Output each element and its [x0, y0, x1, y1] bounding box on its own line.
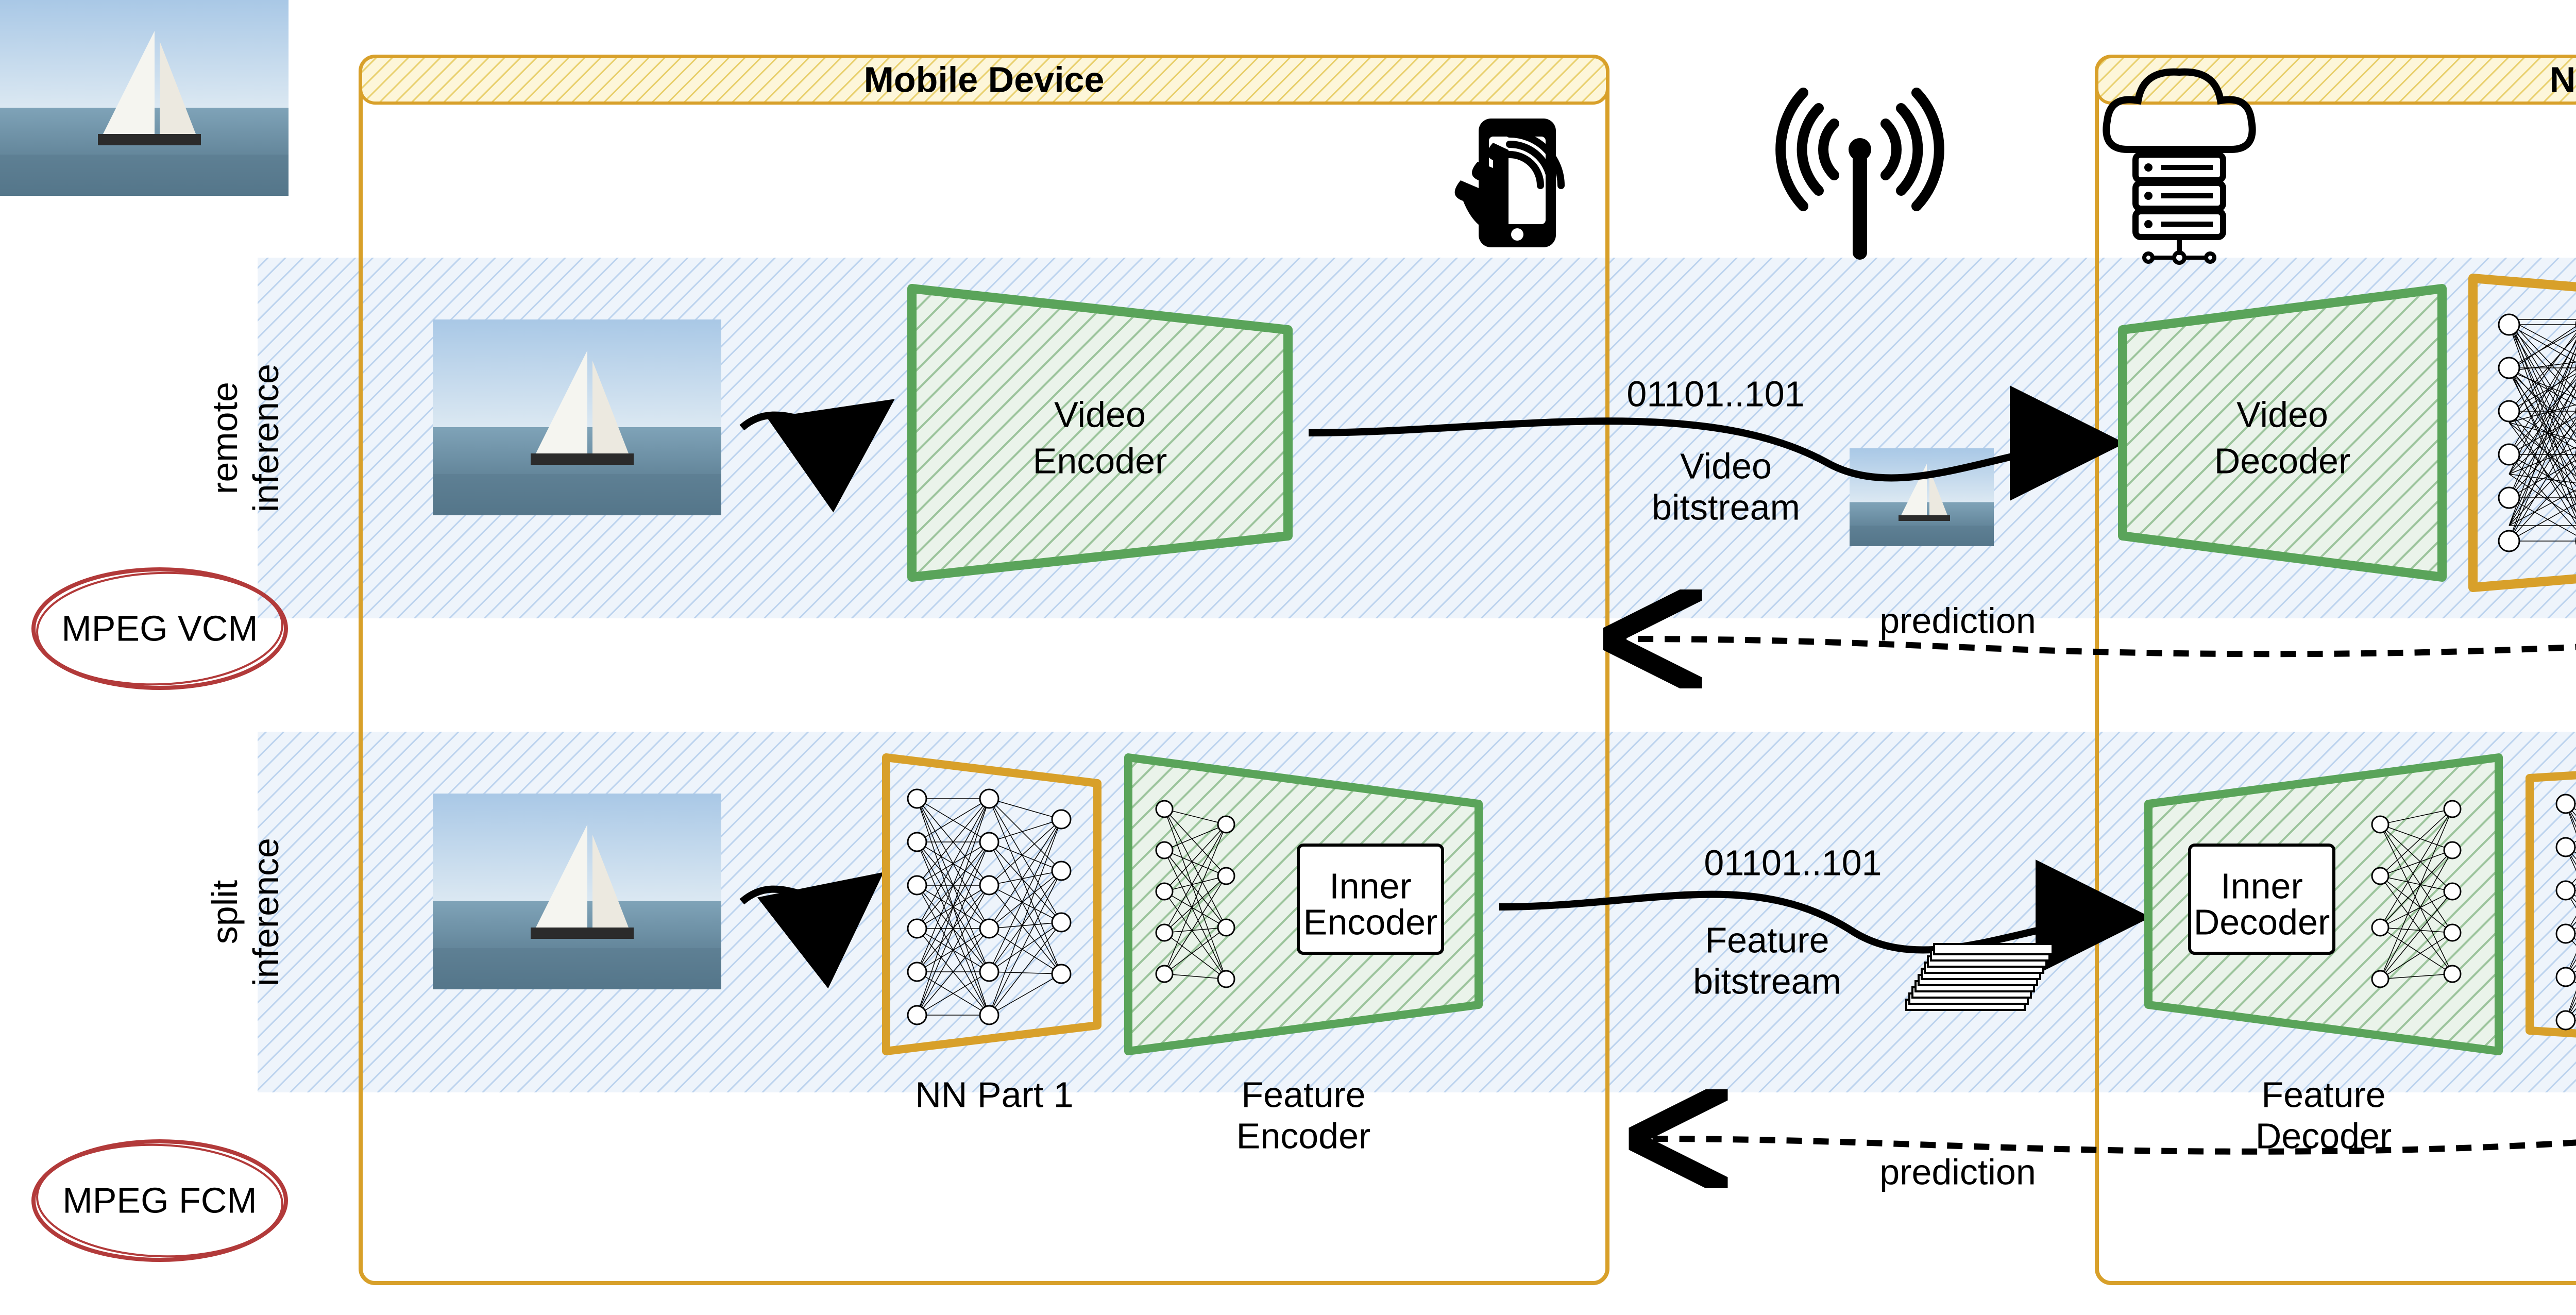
video-decoder-block: Video Decoder [2123, 289, 2442, 577]
container-server-title: Network / Server [2550, 59, 2576, 99]
mpeg-fcm-oval: MPEG FCM [33, 1141, 286, 1260]
feature-bitstream-label-1: Feature [1705, 920, 1829, 960]
inner-decoder-label-1: Inner [2221, 866, 2303, 906]
prediction-label-split: prediction [1879, 1152, 2036, 1192]
feature-encoder-block: Inner Encoder Feature Encoder [1128, 757, 1479, 1156]
nn-part1-label: NN Part 1 [915, 1074, 1073, 1115]
video-encoder-label-2: Encoder [1033, 441, 1167, 481]
feature-encoder-label-2: Encoder [1236, 1116, 1371, 1156]
prediction-label-remote: prediction [1879, 600, 2036, 640]
video-decoder-label-2: Decoder [2214, 441, 2351, 481]
video-decoder-label-1: Video [2236, 394, 2328, 434]
wireless-icon [1781, 93, 1939, 252]
video-encoder-label-1: Video [1054, 394, 1146, 434]
inner-encoder-label-1: Inner [1329, 866, 1412, 906]
row-remote-label-2: inference [246, 364, 286, 512]
mpeg-vcm-oval: MPEG VCM [33, 569, 286, 688]
video-encoder-block: Video Encoder [912, 289, 1288, 577]
row-remote-label-1: remote [205, 382, 245, 494]
input-image-split [433, 794, 721, 989]
video-bitstream-label-1: Video [1680, 446, 1772, 486]
row-split-label-1: split [205, 880, 245, 944]
inner-decoder-label-2: Decoder [2194, 902, 2330, 942]
mobile-device-icon [1455, 119, 1561, 247]
mpeg-vcm-label: MPEG VCM [61, 608, 258, 648]
inner-encoder-label-2: Encoder [1303, 902, 1438, 942]
feature-decoder-block: Inner Decoder Feature Decoder [2148, 757, 2499, 1156]
mpeg-fcm-label: MPEG FCM [62, 1180, 257, 1220]
row-split-label-2: inference [246, 838, 286, 986]
bits-label-remote: 01101..101 [1626, 374, 1804, 414]
video-bitstream-label-2: bitstream [1652, 487, 1800, 527]
feature-bitstream-label-2: bitstream [1693, 961, 1841, 1001]
feature-decoder-label-1: Feature [2261, 1074, 2385, 1115]
bits-label-split: 01101..101 [1704, 842, 1882, 883]
container-mobile-title: Mobile Device [864, 59, 1105, 99]
feature-encoder-label-1: Feature [1241, 1074, 1365, 1115]
input-image-remote [433, 319, 721, 515]
